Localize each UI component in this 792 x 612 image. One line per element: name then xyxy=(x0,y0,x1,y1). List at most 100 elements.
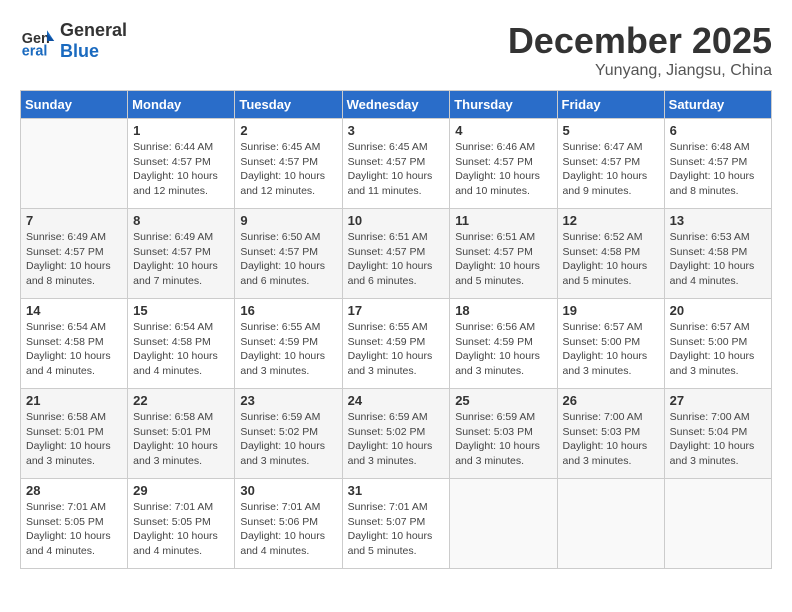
day-header-saturday: Saturday xyxy=(664,91,771,119)
day-detail: Sunrise: 6:49 AMSunset: 4:57 PMDaylight:… xyxy=(133,230,229,289)
day-number: 18 xyxy=(455,303,551,318)
day-detail: Sunrise: 6:46 AMSunset: 4:57 PMDaylight:… xyxy=(455,140,551,199)
day-detail: Sunrise: 6:57 AMSunset: 5:00 PMDaylight:… xyxy=(670,320,766,379)
day-detail: Sunrise: 7:01 AMSunset: 5:07 PMDaylight:… xyxy=(348,500,445,559)
calendar-cell: 7 Sunrise: 6:49 AMSunset: 4:57 PMDaylight… xyxy=(21,209,128,299)
day-number: 31 xyxy=(348,483,445,498)
logo-general: General xyxy=(60,20,127,40)
day-number: 24 xyxy=(348,393,445,408)
day-header-thursday: Thursday xyxy=(450,91,557,119)
calendar-cell: 8 Sunrise: 6:49 AMSunset: 4:57 PMDaylight… xyxy=(128,209,235,299)
day-number: 4 xyxy=(455,123,551,138)
calendar-cell: 21Sunrise: 6:58 AMSunset: 5:01 PMDayligh… xyxy=(21,389,128,479)
day-number: 13 xyxy=(670,213,766,228)
calendar-week-row: 28 Sunrise: 7:01 AMSunset: 5:05 PMDayligh… xyxy=(21,479,772,569)
day-number: 25 xyxy=(455,393,551,408)
calendar-cell: 20 Sunrise: 6:57 AMSunset: 5:00 PMDayligh… xyxy=(664,299,771,389)
calendar-cell: 12 Sunrise: 6:52 AMSunset: 4:58 PMDayligh… xyxy=(557,209,664,299)
calendar-week-row: 21Sunrise: 6:58 AMSunset: 5:01 PMDayligh… xyxy=(21,389,772,479)
day-detail: Sunrise: 6:44 AMSunset: 4:57 PMDaylight:… xyxy=(133,140,229,199)
day-header-sunday: Sunday xyxy=(21,91,128,119)
day-number: 2 xyxy=(240,123,336,138)
day-number: 22 xyxy=(133,393,229,408)
day-number: 7 xyxy=(26,213,122,228)
day-number: 29 xyxy=(133,483,229,498)
day-detail: Sunrise: 6:59 AMSunset: 5:02 PMDaylight:… xyxy=(348,410,445,469)
logo-icon: Gen eral xyxy=(20,23,56,59)
calendar-cell: 26Sunrise: 7:00 AMSunset: 5:03 PMDayligh… xyxy=(557,389,664,479)
day-detail: Sunrise: 6:57 AMSunset: 5:00 PMDaylight:… xyxy=(563,320,659,379)
calendar-cell: 14Sunrise: 6:54 AMSunset: 4:58 PMDayligh… xyxy=(21,299,128,389)
day-detail: Sunrise: 6:50 AMSunset: 4:57 PMDaylight:… xyxy=(240,230,336,289)
calendar-cell: 1 Sunrise: 6:44 AMSunset: 4:57 PMDaylight… xyxy=(128,119,235,209)
calendar-cell xyxy=(450,479,557,569)
day-header-friday: Friday xyxy=(557,91,664,119)
month-title: December 2025 xyxy=(508,20,772,62)
day-number: 12 xyxy=(563,213,659,228)
calendar-cell: 4 Sunrise: 6:46 AMSunset: 4:57 PMDaylight… xyxy=(450,119,557,209)
day-detail: Sunrise: 6:59 AMSunset: 5:03 PMDaylight:… xyxy=(455,410,551,469)
day-detail: Sunrise: 6:48 AMSunset: 4:57 PMDaylight:… xyxy=(670,140,766,199)
logo-blue: Blue xyxy=(60,41,99,61)
day-detail: Sunrise: 6:49 AMSunset: 4:57 PMDaylight:… xyxy=(26,230,122,289)
day-detail: Sunrise: 6:45 AMSunset: 4:57 PMDaylight:… xyxy=(348,140,445,199)
calendar-table: SundayMondayTuesdayWednesdayThursdayFrid… xyxy=(20,90,772,569)
day-detail: Sunrise: 6:55 AMSunset: 4:59 PMDaylight:… xyxy=(348,320,445,379)
title-block: December 2025 Yunyang, Jiangsu, China xyxy=(508,20,772,80)
day-detail: Sunrise: 6:56 AMSunset: 4:59 PMDaylight:… xyxy=(455,320,551,379)
calendar-week-row: 14 Sunrise: 6:54 AMSunset: 4:58 PMDayligh… xyxy=(21,299,772,389)
calendar-cell: 10Sunrise: 6:51 AMSunset: 4:57 PMDayligh… xyxy=(342,209,450,299)
day-header-tuesday: Tuesday xyxy=(235,91,342,119)
day-number: 1 xyxy=(133,123,229,138)
day-number: 9 xyxy=(240,213,336,228)
calendar-cell: 3 Sunrise: 6:45 AMSunset: 4:57 PMDaylight… xyxy=(342,119,450,209)
day-number: 26 xyxy=(563,393,659,408)
day-detail: Sunrise: 6:47 AMSunset: 4:57 PMDaylight:… xyxy=(563,140,659,199)
day-number: 16 xyxy=(240,303,336,318)
svg-text:eral: eral xyxy=(22,43,48,59)
day-number: 8 xyxy=(133,213,229,228)
calendar-cell: 6Sunrise: 6:48 AMSunset: 4:57 PMDaylight… xyxy=(664,119,771,209)
day-detail: Sunrise: 6:59 AMSunset: 5:02 PMDaylight:… xyxy=(240,410,336,469)
calendar-cell: 28Sunrise: 7:01 AMSunset: 5:05 PMDayligh… xyxy=(21,479,128,569)
day-number: 3 xyxy=(348,123,445,138)
day-detail: Sunrise: 7:01 AMSunset: 5:06 PMDaylight:… xyxy=(240,500,336,559)
calendar-cell: 11 Sunrise: 6:51 AMSunset: 4:57 PMDayligh… xyxy=(450,209,557,299)
day-number: 19 xyxy=(563,303,659,318)
calendar-cell: 13 Sunrise: 6:53 AMSunset: 4:58 PMDayligh… xyxy=(664,209,771,299)
calendar-cell: 23Sunrise: 6:59 AMSunset: 5:02 PMDayligh… xyxy=(235,389,342,479)
day-header-wednesday: Wednesday xyxy=(342,91,450,119)
day-number: 20 xyxy=(670,303,766,318)
day-number: 27 xyxy=(670,393,766,408)
calendar-cell: 27 Sunrise: 7:00 AMSunset: 5:04 PMDayligh… xyxy=(664,389,771,479)
calendar-cell: 15 Sunrise: 6:54 AMSunset: 4:58 PMDayligh… xyxy=(128,299,235,389)
calendar-cell: 29 Sunrise: 7:01 AMSunset: 5:05 PMDayligh… xyxy=(128,479,235,569)
day-detail: Sunrise: 6:51 AMSunset: 4:57 PMDaylight:… xyxy=(455,230,551,289)
day-number: 30 xyxy=(240,483,336,498)
day-header-monday: Monday xyxy=(128,91,235,119)
calendar-cell: 19 Sunrise: 6:57 AMSunset: 5:00 PMDayligh… xyxy=(557,299,664,389)
calendar-cell: 2Sunrise: 6:45 AMSunset: 4:57 PMDaylight… xyxy=(235,119,342,209)
day-number: 14 xyxy=(26,303,122,318)
day-detail: Sunrise: 6:55 AMSunset: 4:59 PMDaylight:… xyxy=(240,320,336,379)
day-number: 15 xyxy=(133,303,229,318)
calendar-cell xyxy=(664,479,771,569)
day-number: 5 xyxy=(563,123,659,138)
calendar-week-row: 7 Sunrise: 6:49 AMSunset: 4:57 PMDaylight… xyxy=(21,209,772,299)
calendar-cell: 16 Sunrise: 6:55 AMSunset: 4:59 PMDayligh… xyxy=(235,299,342,389)
day-detail: Sunrise: 6:54 AMSunset: 4:58 PMDaylight:… xyxy=(133,320,229,379)
day-number: 11 xyxy=(455,213,551,228)
calendar-cell: 25 Sunrise: 6:59 AMSunset: 5:03 PMDayligh… xyxy=(450,389,557,479)
day-number: 28 xyxy=(26,483,122,498)
day-detail: Sunrise: 6:52 AMSunset: 4:58 PMDaylight:… xyxy=(563,230,659,289)
day-detail: Sunrise: 6:53 AMSunset: 4:58 PMDaylight:… xyxy=(670,230,766,289)
calendar-week-row: 1 Sunrise: 6:44 AMSunset: 4:57 PMDaylight… xyxy=(21,119,772,209)
day-detail: Sunrise: 7:01 AMSunset: 5:05 PMDaylight:… xyxy=(133,500,229,559)
calendar-cell: 31 Sunrise: 7:01 AMSunset: 5:07 PMDayligh… xyxy=(342,479,450,569)
calendar-cell xyxy=(21,119,128,209)
calendar-cell: 30 Sunrise: 7:01 AMSunset: 5:06 PMDayligh… xyxy=(235,479,342,569)
day-detail: Sunrise: 7:00 AMSunset: 5:04 PMDaylight:… xyxy=(670,410,766,469)
day-detail: Sunrise: 6:58 AMSunset: 5:01 PMDaylight:… xyxy=(133,410,229,469)
calendar-cell: 5 Sunrise: 6:47 AMSunset: 4:57 PMDaylight… xyxy=(557,119,664,209)
calendar-cell: 22 Sunrise: 6:58 AMSunset: 5:01 PMDayligh… xyxy=(128,389,235,479)
